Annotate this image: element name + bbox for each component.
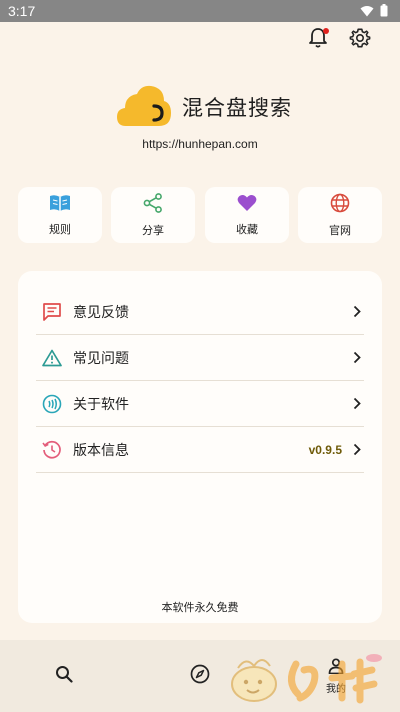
book-icon (49, 194, 71, 216)
nav-profile-label: 我的 (326, 683, 346, 695)
app-title: 混合盘搜索 (182, 96, 292, 120)
bottom-nav: 我的 (0, 640, 400, 712)
gear-icon (349, 27, 371, 53)
menu-item-label: 版本信息 (73, 442, 129, 459)
version-value: v0.9.5 (308, 442, 342, 457)
menu-item-label: 关于软件 (73, 396, 129, 413)
chevron-right-icon (350, 443, 364, 456)
search-icon (55, 665, 73, 687)
menu-item-feedback[interactable]: 意见反馈 (36, 289, 364, 335)
compass-icon (190, 664, 210, 688)
site-url[interactable]: https://hunhepan.com (0, 137, 400, 151)
notification-button[interactable] (306, 28, 330, 52)
heart-icon (237, 194, 257, 216)
menu-item-label: 意见反馈 (73, 304, 129, 321)
app-header: 混合盘搜索 (116, 82, 292, 132)
chevron-right-icon (350, 305, 364, 318)
notification-dot (323, 28, 329, 34)
settings-button[interactable] (348, 28, 372, 52)
status-time: 3:17 (8, 3, 36, 19)
cloud-logo-icon (116, 82, 172, 132)
nav-discover[interactable] (180, 640, 220, 712)
share-label: 分享 (142, 223, 164, 237)
share-icon (143, 192, 163, 217)
share-card[interactable]: 分享 (111, 187, 195, 243)
rules-label: 规则 (49, 222, 71, 236)
website-label: 官网 (329, 223, 351, 237)
status-bar: 3:17 (0, 0, 400, 22)
globe-icon (330, 193, 350, 217)
menu-panel: 意见反馈 常见问题 关于软件 版本信息 v0.9.5 本软件永久免费 (18, 271, 382, 623)
wifi-icon (360, 4, 374, 20)
rules-card[interactable]: 规则 (18, 187, 102, 243)
nav-search[interactable] (44, 640, 84, 712)
website-card[interactable]: 官网 (298, 187, 382, 243)
battery-icon (380, 4, 388, 20)
feedback-icon (41, 301, 63, 323)
person-icon (328, 657, 344, 678)
menu-item-about[interactable]: 关于软件 (36, 381, 364, 427)
history-icon (41, 439, 63, 461)
menu-item-faq[interactable]: 常见问题 (36, 335, 364, 381)
warning-icon (41, 347, 63, 369)
favorites-label: 收藏 (236, 222, 258, 236)
nfc-icon (41, 393, 63, 415)
favorites-card[interactable]: 收藏 (205, 187, 289, 243)
nav-profile[interactable]: 我的 (314, 640, 358, 712)
free-notice: 本软件永久免费 (161, 601, 239, 614)
menu-item-version[interactable]: 版本信息 v0.9.5 (36, 427, 364, 473)
menu-item-label: 常见问题 (73, 350, 129, 367)
watermark-image (224, 648, 396, 710)
chevron-right-icon (350, 351, 364, 364)
status-icons (360, 4, 388, 20)
chevron-right-icon (350, 397, 364, 410)
